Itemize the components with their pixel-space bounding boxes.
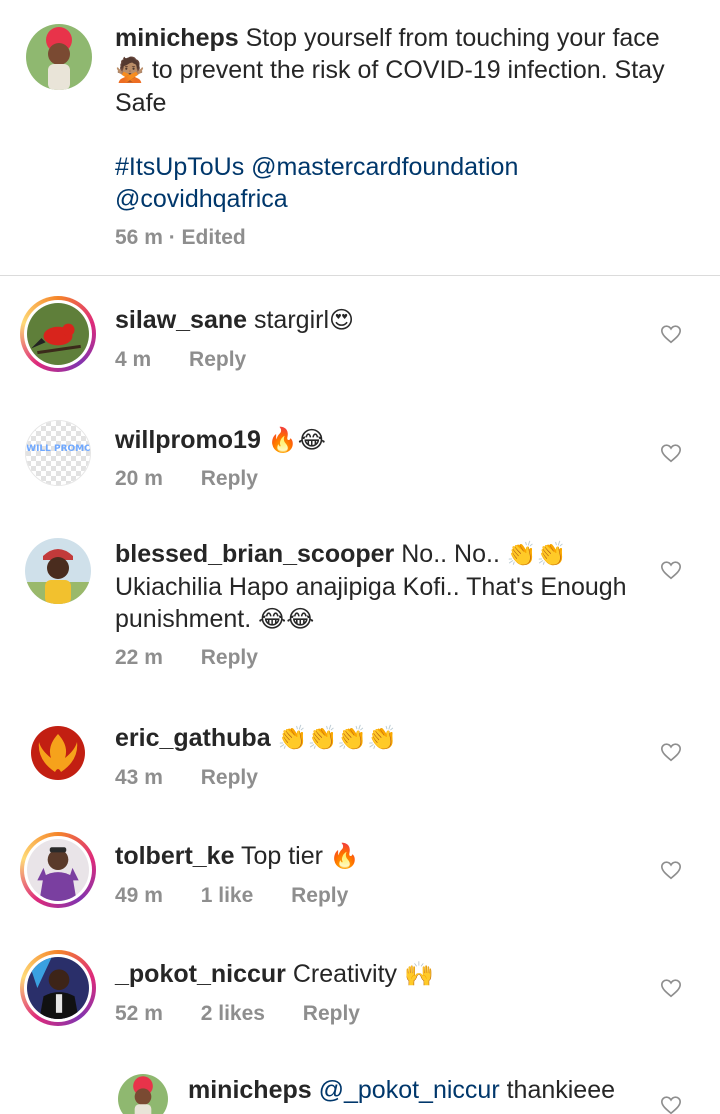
fire-laugh-emoji: 🔥😂 bbox=[267, 427, 326, 454]
mention-link[interactable]: @covidhqafrica bbox=[115, 185, 288, 213]
reply-text: minicheps @_pokot_niccur thankieee bbox=[188, 1074, 648, 1106]
mention-link[interactable]: @mastercardfoundation bbox=[251, 153, 518, 181]
comment-item: _pokot_niccur Creativity 🙌 52 m 2 likes … bbox=[0, 950, 720, 1050]
comment-item: WILL PROMO willpromo19 🔥😂 20 m Reply bbox=[0, 420, 720, 520]
laugh-emoji: 😂😂 bbox=[258, 606, 315, 633]
no-gesture-emoji: 🙅🏽 bbox=[115, 57, 145, 84]
hashtag-link[interactable]: #ItsUpToUs bbox=[115, 153, 244, 181]
like-count[interactable]: 2 likes bbox=[201, 1002, 265, 1025]
like-heart-icon[interactable] bbox=[660, 859, 682, 881]
like-heart-icon[interactable] bbox=[660, 559, 682, 581]
avatar-overlay-label: WILL PROMO bbox=[26, 444, 91, 454]
reply-button[interactable]: Reply bbox=[201, 467, 258, 490]
like-heart-icon[interactable] bbox=[660, 977, 682, 999]
comments-screen: minicheps Stop yourself from touching yo… bbox=[0, 0, 720, 1114]
reply-username[interactable]: minicheps bbox=[188, 1076, 312, 1104]
comment-text: blessed_brian_scooper No.. No.. 👏👏 Ukiac… bbox=[115, 538, 635, 636]
comment-username[interactable]: tolbert_ke bbox=[115, 842, 234, 870]
caption-time: 56 m bbox=[115, 226, 163, 249]
reply-button[interactable]: Reply bbox=[201, 646, 258, 669]
caption-text: minicheps Stop yourself from touching yo… bbox=[115, 22, 695, 215]
reply-body: thankieee bbox=[506, 1076, 616, 1104]
author-avatar-image bbox=[26, 24, 92, 90]
comment-text: tolbert_ke Top tier 🔥 bbox=[115, 840, 635, 873]
caption-body-1: Stop yourself from touching your face bbox=[245, 24, 660, 52]
comment-username[interactable]: _pokot_niccur bbox=[115, 960, 286, 988]
bird-avatar-image bbox=[27, 303, 89, 365]
comment-time: 52 m bbox=[115, 1002, 163, 1025]
reply-button[interactable]: Reply bbox=[201, 766, 258, 789]
comment-time: 22 m bbox=[115, 646, 163, 669]
comment-body: stargirl bbox=[253, 306, 329, 334]
brian-avatar-image bbox=[25, 538, 91, 604]
comment-username[interactable]: blessed_brian_scooper bbox=[115, 540, 394, 568]
comment-username[interactable]: silaw_sane bbox=[115, 306, 247, 334]
author-avatar-image bbox=[118, 1074, 168, 1114]
mention-link[interactable]: @_pokot_niccur bbox=[319, 1076, 500, 1104]
commenter-avatar[interactable] bbox=[25, 720, 91, 786]
like-heart-icon[interactable] bbox=[660, 1094, 682, 1114]
caption-meta: 56 m · Edited bbox=[115, 226, 246, 250]
comment-username[interactable]: willpromo19 bbox=[115, 426, 261, 454]
fire-emoji: 🔥 bbox=[329, 843, 360, 870]
comment-item: blessed_brian_scooper No.. No.. 👏👏 Ukiac… bbox=[0, 538, 720, 688]
comment-body-2: Ukiachilia Hapo anajipiga Kofi.. That's … bbox=[115, 573, 627, 633]
comment-meta: 4 m Reply bbox=[115, 348, 278, 372]
caption-username[interactable]: minicheps bbox=[115, 24, 239, 52]
commenter-avatar[interactable] bbox=[25, 538, 91, 604]
heart-eyes-emoji: 😍 bbox=[329, 307, 355, 334]
reply-button[interactable]: Reply bbox=[189, 348, 246, 371]
comment-time: 4 m bbox=[115, 348, 152, 371]
comment-username[interactable]: eric_gathuba bbox=[115, 724, 271, 752]
commenter-avatar[interactable] bbox=[20, 950, 96, 1026]
comment-text: silaw_sane stargirl😍 bbox=[115, 304, 635, 337]
caption-edited: · Edited bbox=[168, 226, 246, 249]
reply-button[interactable]: Reply bbox=[291, 884, 348, 907]
raised-hands-emoji: 🙌 bbox=[403, 961, 434, 988]
comment-meta: 22 m Reply bbox=[115, 646, 290, 670]
author-avatar[interactable] bbox=[26, 24, 92, 90]
like-heart-icon[interactable] bbox=[660, 741, 682, 763]
comment-item: eric_gathuba 👏👏👏👏 43 m Reply bbox=[0, 720, 720, 820]
like-heart-icon[interactable] bbox=[660, 442, 682, 464]
comment-meta: 20 m Reply bbox=[115, 467, 290, 491]
post-caption: minicheps Stop yourself from touching yo… bbox=[0, 0, 720, 276]
commenter-avatar[interactable]: WILL PROMO bbox=[25, 420, 91, 486]
caption-body-2: to prevent the risk of COVID-19 infectio… bbox=[115, 56, 665, 117]
like-count[interactable]: 1 like bbox=[201, 884, 254, 907]
comment-item: tolbert_ke Top tier 🔥 49 m 1 like Reply bbox=[0, 832, 720, 942]
comment-text: eric_gathuba 👏👏👏👏 bbox=[115, 722, 635, 755]
comment-body: No.. No.. bbox=[401, 540, 500, 568]
comment-body: Top tier bbox=[240, 842, 323, 870]
comment-meta: 49 m 1 like Reply bbox=[115, 884, 380, 908]
comment-item: silaw_sane stargirl😍 4 m Reply bbox=[0, 296, 720, 406]
comment-time: 49 m bbox=[115, 884, 163, 907]
comment-time: 20 m bbox=[115, 467, 163, 490]
clap-emoji: 👏👏 bbox=[506, 541, 567, 568]
comment-text: willpromo19 🔥😂 bbox=[115, 424, 635, 457]
phoenix-avatar-image bbox=[25, 720, 91, 786]
comment-meta: 43 m Reply bbox=[115, 766, 290, 790]
clap-emoji: 👏👏👏👏 bbox=[277, 725, 398, 752]
reply-item: minicheps @_pokot_niccur thankieee bbox=[0, 1060, 720, 1114]
tolbert-avatar-image bbox=[27, 839, 89, 901]
reply-avatar[interactable] bbox=[118, 1074, 168, 1114]
comment-text: _pokot_niccur Creativity 🙌 bbox=[115, 958, 635, 991]
comment-time: 43 m bbox=[115, 766, 163, 789]
like-heart-icon[interactable] bbox=[660, 323, 682, 345]
comment-body: Creativity bbox=[292, 960, 398, 988]
checker-avatar-image: WILL PROMO bbox=[26, 421, 91, 485]
commenter-avatar[interactable] bbox=[20, 832, 96, 908]
pokot-avatar-image bbox=[27, 957, 89, 1019]
reply-button[interactable]: Reply bbox=[303, 1002, 360, 1025]
comment-meta: 52 m 2 likes Reply bbox=[115, 1002, 392, 1026]
commenter-avatar[interactable] bbox=[20, 296, 96, 372]
